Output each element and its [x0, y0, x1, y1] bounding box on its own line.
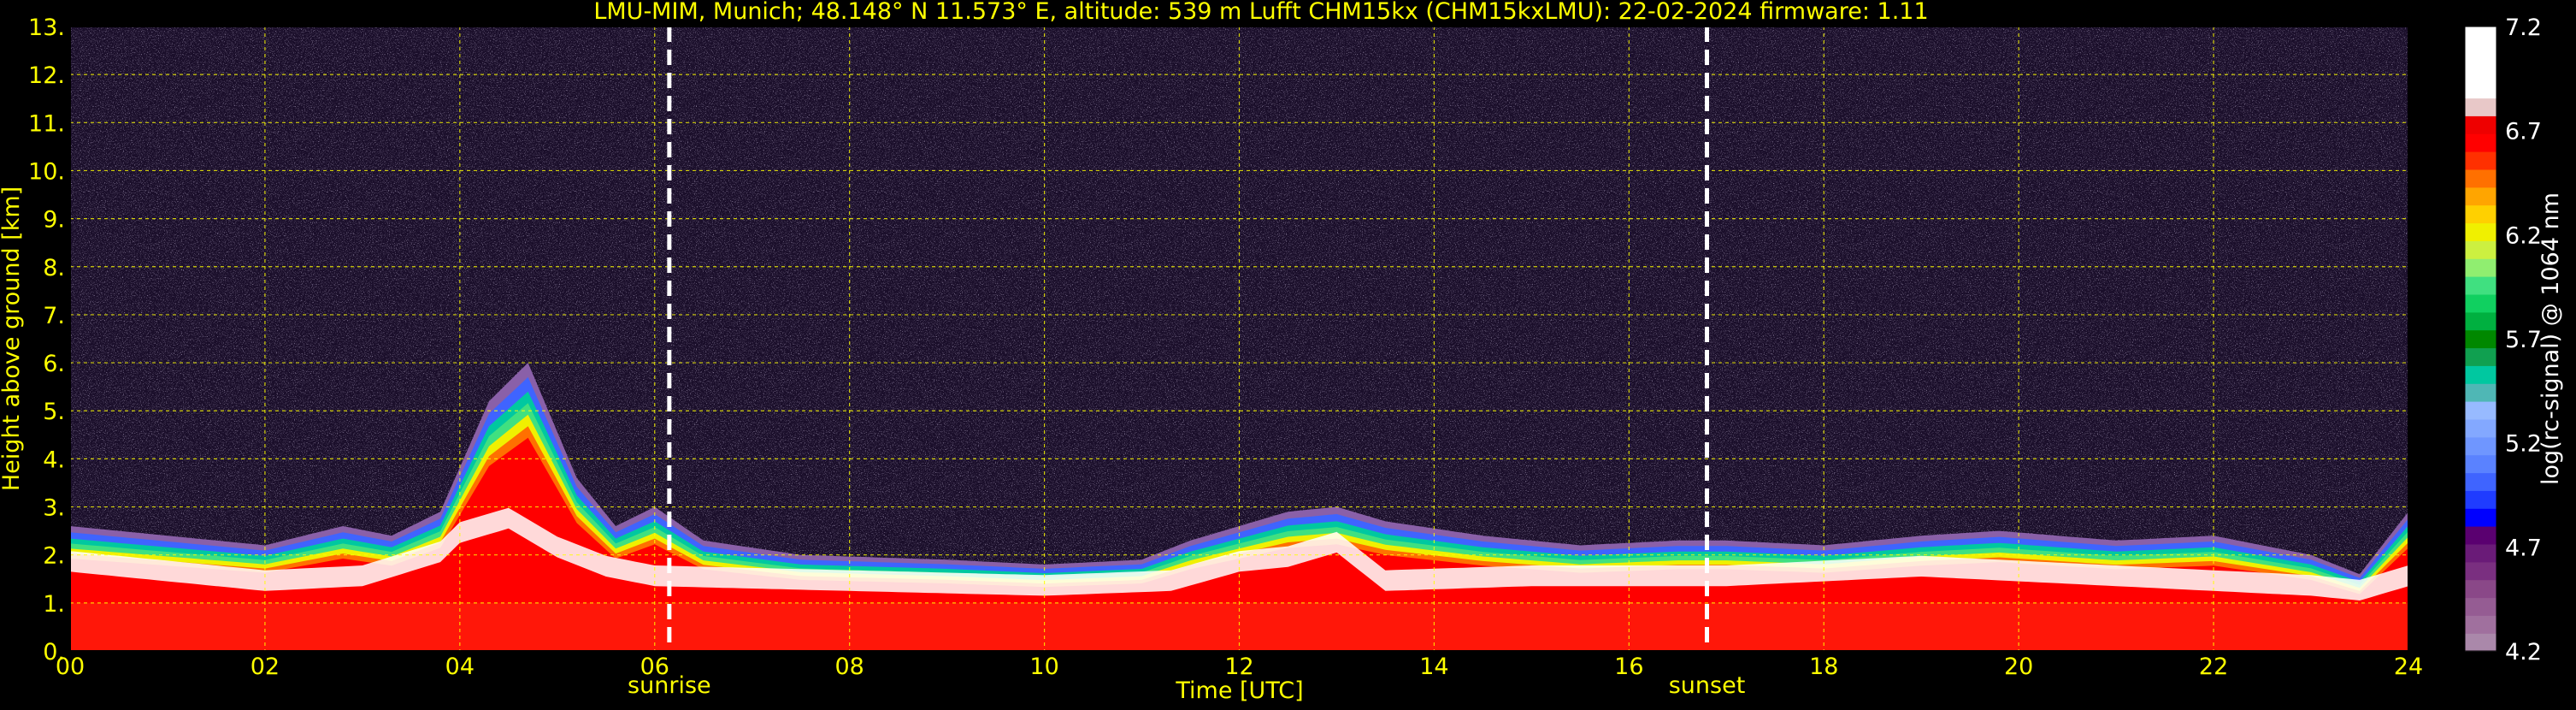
chart-svg: LMU-MIM, Munich; 48.148° N 11.573° E, al… [0, 0, 2564, 704]
colorbar-swatch [2465, 276, 2496, 295]
colorbar-swatch [2465, 186, 2496, 206]
colorbar-swatch [2465, 526, 2496, 545]
colorbar-swatch [2465, 418, 2496, 438]
event-label: sunrise [628, 672, 711, 699]
y-tick-label: 3. [43, 495, 65, 522]
y-axis-label: Height above ground [km] [0, 186, 25, 491]
colorbar-tick-label: 6.2 [2505, 222, 2542, 249]
colorbar-swatch [2465, 561, 2496, 581]
y-tick-label: 6. [43, 351, 65, 377]
chart-title: LMU-MIM, Munich; 48.148° N 11.573° E, al… [593, 0, 1928, 25]
colorbar-swatch [2465, 293, 2496, 313]
colorbar-swatch [2465, 169, 2496, 188]
event-label: sunset [1669, 672, 1746, 699]
x-tick-label: 14 [1419, 654, 1448, 680]
colorbar-tick-label: 7.2 [2505, 15, 2542, 41]
y-tick-label: 0. [43, 639, 65, 666]
y-tick-label: 12. [28, 62, 65, 89]
colorbar-swatch [2465, 258, 2496, 277]
y-tick-label: 10. [28, 158, 65, 185]
colorbar-swatch [2465, 311, 2496, 331]
y-tick-label: 13. [28, 15, 65, 41]
y-tick-labels: 0. 1. 2. 3. 4. 5. 6. 7. 8. 9. 10. 11. 12. 13. [28, 15, 65, 666]
x-tick-label: 02 [251, 654, 280, 680]
colorbar-tick-label: 5.2 [2505, 431, 2542, 458]
x-tick-label: 24 [2394, 654, 2423, 680]
colorbar-swatch [2465, 436, 2496, 456]
colorbar-swatch [2465, 44, 2496, 63]
colorbar-swatch [2465, 383, 2496, 402]
colorbar-swatch [2465, 543, 2496, 563]
colorbar-label: log(rc-signal) @ 1064 nm [2538, 192, 2564, 485]
x-tick-labels: 00 02 04 06 08 10 12 14 16 18 20 22 24 [56, 654, 2423, 680]
colorbar-swatch [2465, 401, 2496, 420]
y-tick-label: 5. [43, 399, 65, 425]
x-tick-label: 16 [1614, 654, 1643, 680]
x-tick-label: 18 [1809, 654, 1838, 680]
colorbar [2464, 26, 2497, 652]
colorbar-swatch [2465, 579, 2496, 599]
colorbar-swatch [2465, 472, 2496, 491]
colorbar-tick-label: 6.7 [2505, 119, 2542, 145]
colorbar-swatch [2465, 597, 2496, 616]
colorbar-swatch [2465, 329, 2496, 349]
ceilometer-chart: LMU-MIM, Munich; 48.148° N 11.573° E, al… [0, 0, 2576, 707]
colorbar-swatch [2465, 98, 2496, 116]
colorbar-swatch [2465, 222, 2496, 241]
x-tick-label: 20 [2004, 654, 2033, 680]
x-axis-label: Time [UTC] [1175, 677, 1303, 704]
colorbar-swatch [2465, 204, 2496, 224]
colorbar-swatch [2465, 27, 2496, 45]
x-tick-label: 04 [445, 654, 475, 680]
colorbar-swatch [2465, 615, 2496, 634]
colorbar-swatch [2465, 347, 2496, 366]
colorbar-tick-label: 5.7 [2505, 327, 2542, 353]
colorbar-tick-label: 4.2 [2505, 639, 2542, 666]
colorbar-swatch [2465, 240, 2496, 259]
colorbar-swatch [2465, 490, 2496, 509]
colorbar-swatch [2465, 133, 2496, 152]
colorbar-swatch [2465, 62, 2496, 81]
colorbar-swatch [2465, 633, 2496, 652]
y-tick-label: 1. [43, 591, 65, 618]
colorbar-swatch [2465, 151, 2496, 170]
colorbar-tick-labels: 4.2 4.7 5.2 5.7 6.2 6.7 7.2 [2505, 15, 2542, 666]
x-tick-label: 10 [1029, 654, 1058, 680]
x-tick-label: 12 [1224, 654, 1253, 680]
y-tick-label: 8. [43, 255, 65, 281]
colorbar-swatch [2465, 365, 2496, 384]
colorbar-tick-label: 4.7 [2505, 535, 2542, 561]
y-tick-label: 9. [43, 207, 65, 234]
colorbar-swatch [2465, 454, 2496, 474]
x-tick-label: 22 [2199, 654, 2228, 680]
y-tick-label: 4. [43, 447, 65, 473]
y-tick-label: 2. [43, 543, 65, 570]
y-tick-label: 7. [43, 303, 65, 329]
x-tick-label: 08 [834, 654, 864, 680]
colorbar-swatch [2465, 115, 2496, 134]
y-tick-label: 11. [28, 110, 65, 137]
colorbar-swatch [2465, 80, 2496, 99]
colorbar-swatch [2465, 508, 2496, 527]
